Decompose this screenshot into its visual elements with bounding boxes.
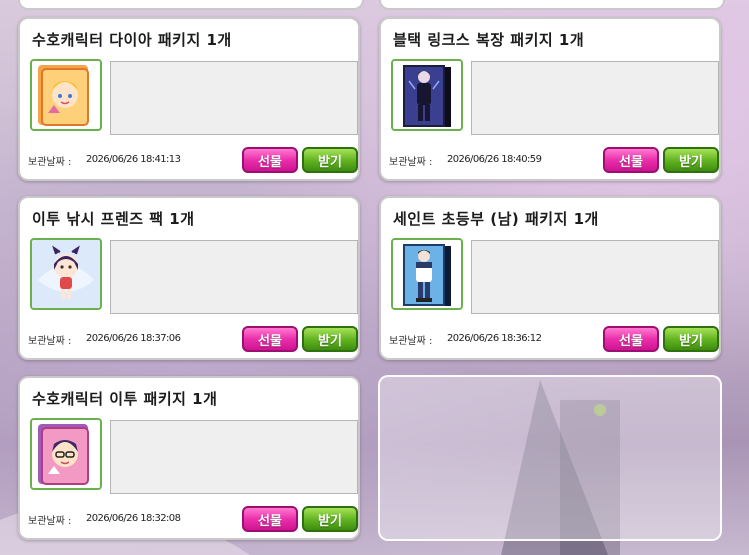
gift-button[interactable]: 선물 (242, 506, 298, 532)
description-box (110, 61, 358, 135)
gift-button[interactable]: 선물 (242, 326, 298, 352)
description-box (110, 240, 358, 314)
partial-card-top-right (379, 0, 725, 10)
package-card: 수호캐릭터 다이아 패키지 1개 보관날짜 : 2026/06/26 18:41… (18, 17, 360, 181)
package-card: 세인트 초등부 (남) 패키지 1개 보관날짜 : 2026/06/26 18:… (379, 196, 721, 360)
saint-elementary-uniform-box-icon (391, 238, 463, 310)
empty-package-slot (378, 375, 722, 541)
gift-button[interactable]: 선물 (242, 147, 298, 173)
receive-button[interactable]: 받기 (302, 506, 358, 532)
receive-button[interactable]: 받기 (663, 147, 719, 173)
itu-character-card-icon (30, 418, 102, 490)
package-title: 블택 링크스 복장 패키지 1개 (393, 31, 585, 49)
storage-date-value: 2026/06/26 18:37:06 (86, 333, 181, 344)
storage-date-label: 보관날짜 : (28, 157, 72, 168)
description-box (471, 240, 719, 314)
storage-date-label: 보관날짜 : (389, 157, 433, 168)
gift-button[interactable]: 선물 (603, 147, 659, 173)
package-card: 수호캐릭터 이투 패키지 1개 보관날짜 : 2026/06/26 18:32:… (18, 376, 360, 540)
storage-date-value: 2026/06/26 18:41:13 (86, 154, 181, 165)
package-title: 세인트 초등부 (남) 패키지 1개 (393, 210, 599, 228)
package-title: 이투 낚시 프렌즈 팩 1개 (32, 210, 195, 228)
fishing-friends-character-icon (30, 238, 102, 310)
partial-card-top-left (18, 0, 364, 10)
storage-date-label: 보관날짜 : (389, 336, 433, 347)
package-card: 블택 링크스 복장 패키지 1개 보관날짜 : 2026/06/26 18:40… (379, 17, 721, 181)
receive-button[interactable]: 받기 (302, 326, 358, 352)
receive-button[interactable]: 받기 (302, 147, 358, 173)
package-title: 수호캐릭터 다이아 패키지 1개 (32, 31, 232, 49)
gift-button[interactable]: 선물 (603, 326, 659, 352)
storage-date-label: 보관날짜 : (28, 516, 72, 527)
diamond-character-card-icon (30, 59, 102, 131)
package-title: 수호캐릭터 이투 패키지 1개 (32, 390, 218, 408)
black-lynx-outfit-box-icon (391, 59, 463, 131)
storage-date-value: 2026/06/26 18:32:08 (86, 513, 181, 524)
storage-date-value: 2026/06/26 18:36:12 (447, 333, 542, 344)
storage-date-value: 2026/06/26 18:40:59 (447, 154, 542, 165)
description-box (471, 61, 719, 135)
description-box (110, 420, 358, 494)
storage-date-label: 보관날짜 : (28, 336, 72, 347)
package-card: 이투 낚시 프렌즈 팩 1개 보관날짜 : 2026/06/26 18:37:0… (18, 196, 360, 360)
receive-button[interactable]: 받기 (663, 326, 719, 352)
